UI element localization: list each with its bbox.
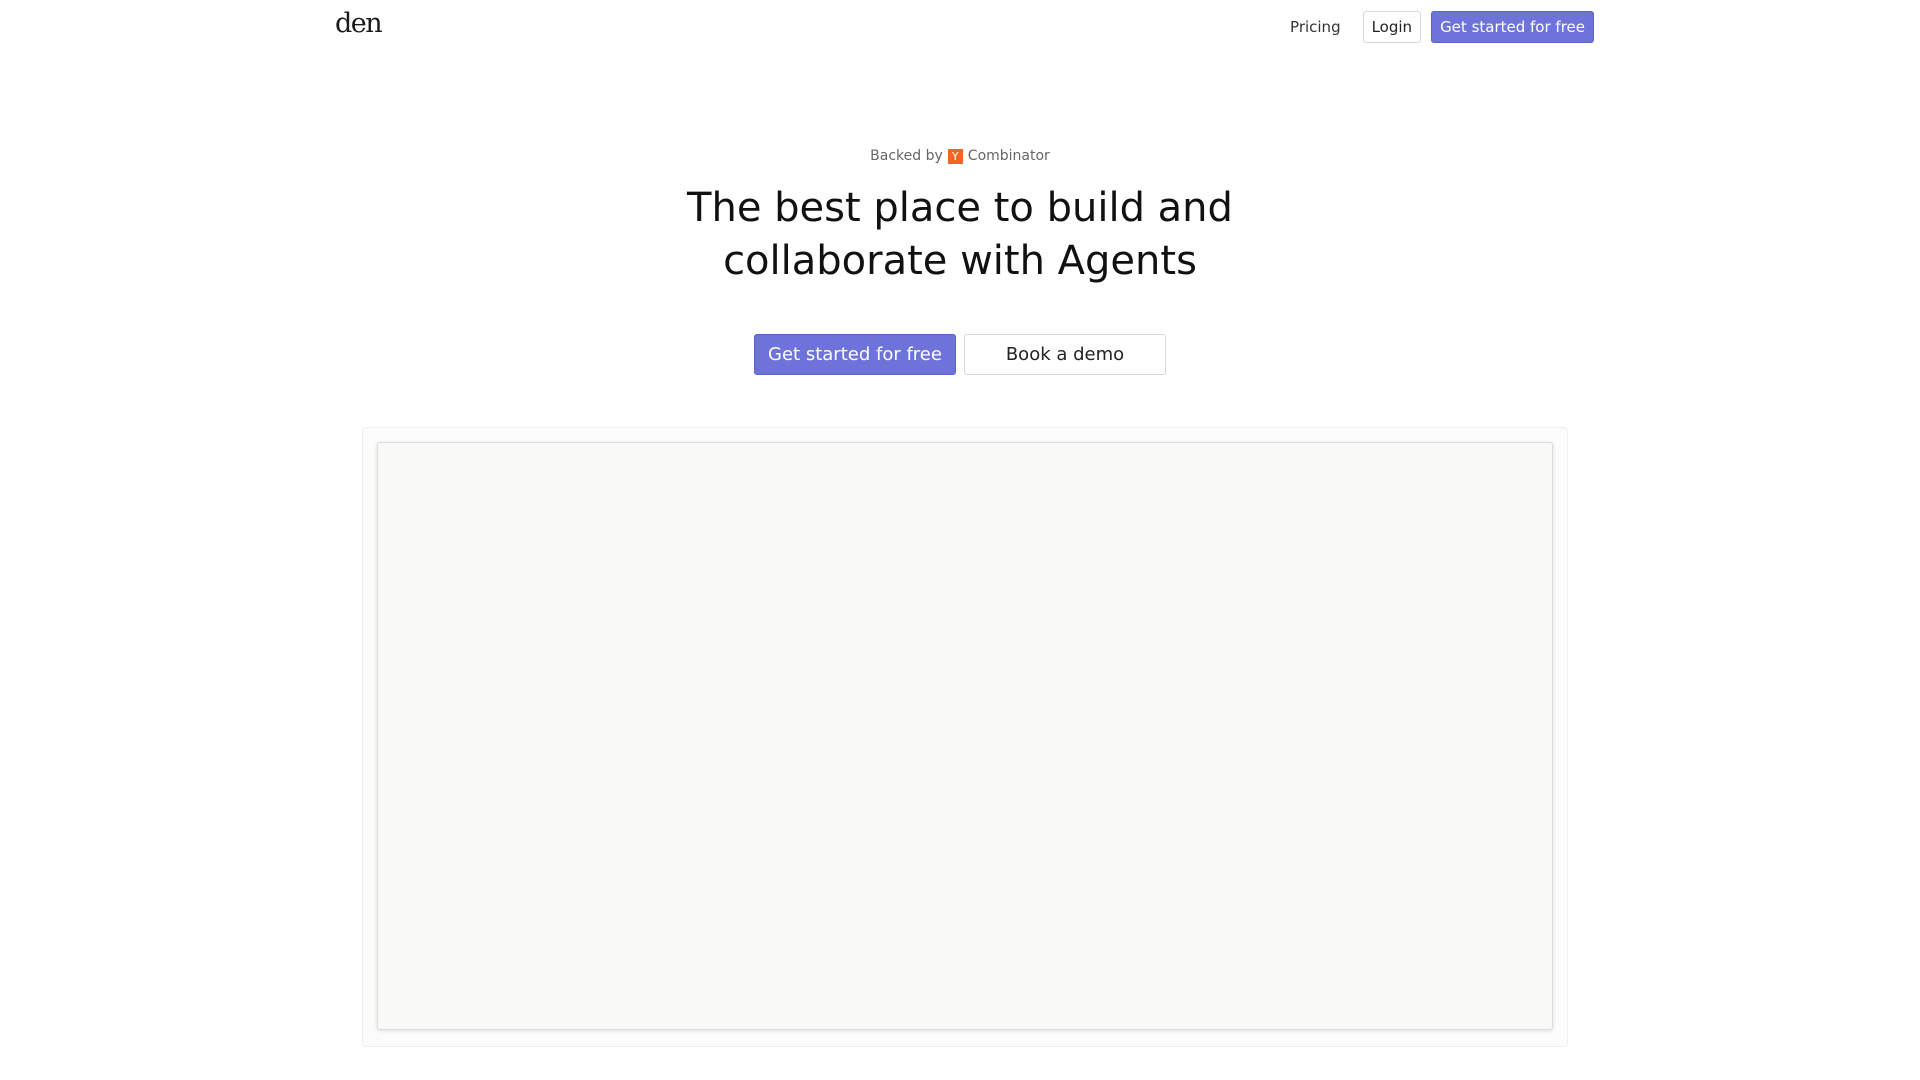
product-preview-frame	[362, 427, 1568, 1047]
hero-headline: The best place to build and collaborate …	[687, 185, 1233, 284]
backed-by-badge: Backed by Y Combinator	[870, 148, 1050, 164]
product-preview-canvas	[377, 442, 1553, 1030]
book-demo-button[interactable]: Book a demo	[964, 334, 1166, 375]
nav-get-started-button[interactable]: Get started for free	[1431, 11, 1594, 43]
y-combinator-logo-icon: Y	[947, 148, 963, 164]
den-logo[interactable]: den	[335, 8, 383, 39]
hero-section: Backed by Y Combinator The best place to…	[0, 145, 1920, 375]
nav-actions: Pricing Login Get started for free	[1278, 11, 1594, 43]
login-button[interactable]: Login	[1362, 11, 1422, 43]
backed-by-label: Backed by	[870, 148, 943, 164]
top-nav: den Pricing Login Get started for free	[0, 0, 1920, 56]
hero-get-started-button[interactable]: Get started for free	[754, 334, 956, 375]
pricing-link[interactable]: Pricing	[1278, 18, 1353, 36]
cta-row: Get started for free Book a demo	[0, 334, 1920, 375]
combinator-label: Combinator	[967, 148, 1050, 164]
